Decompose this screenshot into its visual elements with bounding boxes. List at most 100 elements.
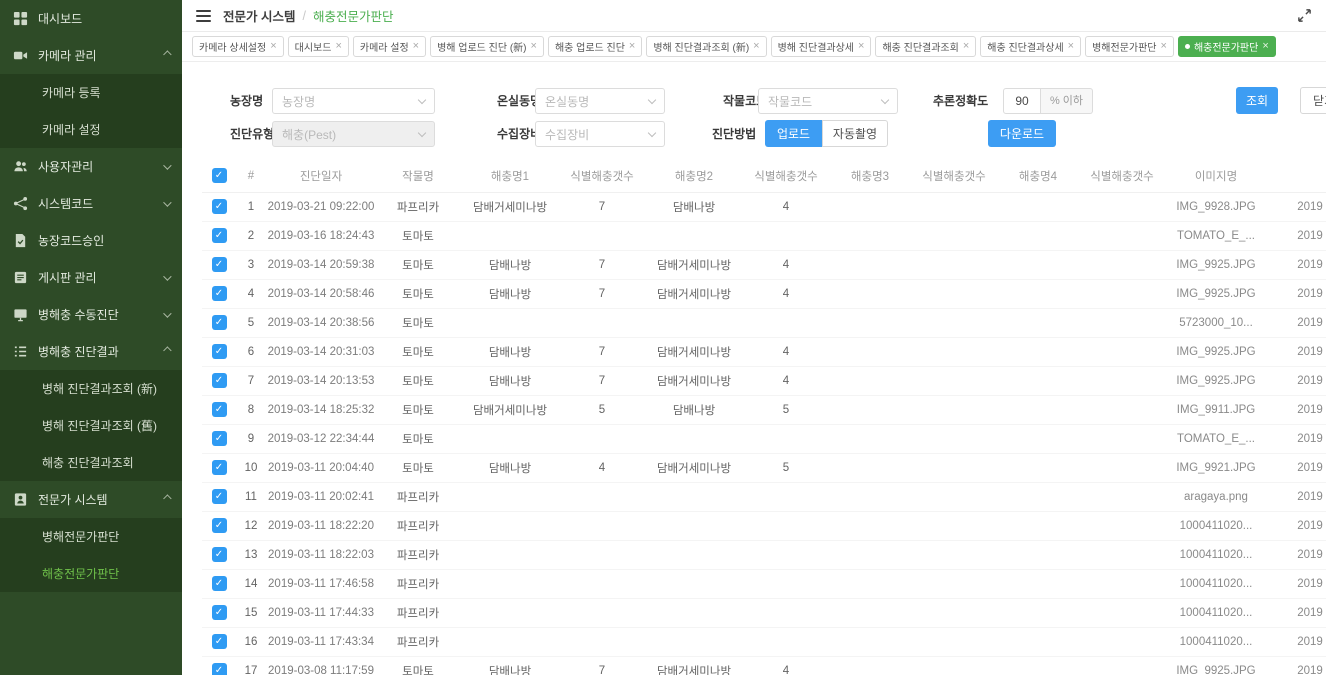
tab-close-icon[interactable]: × — [629, 41, 635, 52]
tab-active[interactable]: 해충전문가판단× — [1178, 36, 1276, 57]
sidebar-subitem[interactable]: 해충 진단결과조회 — [0, 444, 182, 481]
column-header: 식별해충갯수 — [560, 160, 644, 192]
select-all-checkbox[interactable]: ✓ — [212, 168, 227, 183]
table-row: ✓22019-03-16 18:24:43토마토TOMATO_E_...2019 — [202, 221, 1326, 250]
tab-item[interactable]: 병해 진단결과상세× — [771, 36, 872, 57]
sidebar-item-approval[interactable]: 농장코드승인 — [0, 222, 182, 259]
sidebar-item-label: 병해충 진단결과 — [38, 343, 163, 360]
cell: 파프리카 — [376, 569, 460, 598]
greenhouse-select[interactable]: 온실동명 — [535, 88, 665, 114]
row-checkbox[interactable]: ✓ — [212, 634, 227, 649]
row-checkbox[interactable]: ✓ — [212, 460, 227, 475]
farm-name-select[interactable]: 농장명 — [272, 88, 435, 114]
sidebar-item-camera[interactable]: 카메라 관리 — [0, 37, 182, 74]
cell — [644, 598, 744, 627]
close-button[interactable]: 닫기 — [1300, 87, 1326, 114]
diagnosis-method-toggle: 업로드 자동촬영 — [765, 120, 888, 147]
fullscreen-icon[interactable] — [1297, 8, 1312, 23]
sidebar-subitem[interactable]: 병해전문가판단 — [0, 518, 182, 555]
row-checkbox[interactable]: ✓ — [212, 489, 227, 504]
cell: 2019 — [1268, 221, 1326, 250]
accuracy-input[interactable] — [1003, 88, 1041, 114]
row-checkbox[interactable]: ✓ — [212, 605, 227, 620]
cell — [1080, 366, 1164, 395]
cell: 13 — [236, 540, 266, 569]
sidebar-subitem[interactable]: 카메라 설정 — [0, 111, 182, 148]
tab-close-icon[interactable]: × — [753, 41, 759, 52]
search-button[interactable]: 조회 — [1236, 87, 1278, 114]
tab-close-icon[interactable]: × — [963, 41, 969, 52]
cell — [560, 308, 644, 337]
tab-close-icon[interactable]: × — [335, 41, 341, 52]
row-checkbox[interactable]: ✓ — [212, 402, 227, 417]
cell — [644, 511, 744, 540]
row-checkbox[interactable]: ✓ — [212, 228, 227, 243]
cell — [912, 453, 996, 482]
sidebar-item-board[interactable]: 게시판 관리 — [0, 259, 182, 296]
tab-close-icon[interactable]: × — [1068, 41, 1074, 52]
cell: 담배거세미나방 — [644, 337, 744, 366]
row-checkbox[interactable]: ✓ — [212, 431, 227, 446]
tab-close-icon[interactable]: × — [531, 41, 537, 52]
column-header: 해충명1 — [460, 160, 560, 192]
tab-item[interactable]: 대시보드× — [288, 36, 349, 57]
tab-item[interactable]: 병해 진단결과조회 (新)× — [646, 36, 766, 57]
sidebar-item-dashboard[interactable]: 대시보드 — [0, 0, 182, 37]
upload-method-button[interactable]: 업로드 — [765, 120, 822, 147]
tab-item[interactable]: 해충 업로드 진단× — [548, 36, 642, 57]
crop-code-select[interactable]: 작물코드 — [758, 88, 898, 114]
row-checkbox[interactable]: ✓ — [212, 199, 227, 214]
cell: 2019 — [1268, 511, 1326, 540]
cell — [460, 482, 560, 511]
equipment-select[interactable]: 수집장비 — [535, 121, 665, 147]
cell — [996, 511, 1080, 540]
row-checkbox[interactable]: ✓ — [212, 663, 227, 675]
row-checkbox[interactable]: ✓ — [212, 286, 227, 301]
diagnosis-type-select[interactable]: 해충(Pest) — [272, 121, 435, 147]
tab-item[interactable]: 카메라 상세설정× — [192, 36, 284, 57]
accuracy-suffix: % 이하 — [1041, 88, 1093, 114]
tab-item[interactable]: 카메라 설정× — [353, 36, 426, 57]
sidebar-item-users[interactable]: 사용자관리 — [0, 148, 182, 185]
tab-close-icon[interactable]: × — [413, 41, 419, 52]
tab-item[interactable]: 해충 진단결과조회× — [875, 36, 976, 57]
tab-close-icon[interactable]: × — [858, 41, 864, 52]
cell — [1080, 279, 1164, 308]
cell — [460, 598, 560, 627]
row-checkbox[interactable]: ✓ — [212, 518, 227, 533]
cell — [996, 221, 1080, 250]
cell: 8 — [236, 395, 266, 424]
row-checkbox[interactable]: ✓ — [212, 344, 227, 359]
sidebar-item-manual-diagnosis[interactable]: 병해충 수동진단 — [0, 296, 182, 333]
sidebar-subitem[interactable]: 병해 진단결과조회 (新) — [0, 370, 182, 407]
cell: 담배나방 — [460, 656, 560, 675]
sidebar-item-diagnosis-result[interactable]: 병해충 진단결과 — [0, 333, 182, 370]
header-checkbox-cell: ✓ — [202, 160, 236, 192]
tab-close-icon[interactable]: × — [1262, 41, 1268, 52]
row-checkbox[interactable]: ✓ — [212, 576, 227, 591]
sidebar-subitem[interactable]: 카메라 등록 — [0, 74, 182, 111]
row-checkbox[interactable]: ✓ — [212, 373, 227, 388]
cell: 토마토 — [376, 279, 460, 308]
cell: IMG_9928.JPG — [1164, 192, 1268, 221]
row-checkbox-cell: ✓ — [202, 221, 236, 250]
tab-item[interactable]: 해충 진단결과상세× — [980, 36, 1081, 57]
cell: 담배거세미나방 — [644, 366, 744, 395]
sidebar-subitem[interactable]: 병해 진단결과조회 (舊) — [0, 407, 182, 444]
row-checkbox[interactable]: ✓ — [212, 315, 227, 330]
sidebar-item-expert-system[interactable]: 전문가 시스템 — [0, 481, 182, 518]
tab-close-icon[interactable]: × — [1161, 41, 1167, 52]
tab-item[interactable]: 병해전문가판단× — [1085, 36, 1174, 57]
sidebar-item-system-code[interactable]: 시스템코드 — [0, 185, 182, 222]
cell — [912, 308, 996, 337]
sidebar-subitem[interactable]: 해충전문가판단 — [0, 555, 182, 592]
tab-item[interactable]: 병해 업로드 진단 (新)× — [430, 36, 544, 57]
row-checkbox[interactable]: ✓ — [212, 257, 227, 272]
auto-capture-method-button[interactable]: 자동촬영 — [822, 120, 888, 147]
menu-toggle-icon[interactable] — [196, 8, 211, 24]
tab-close-icon[interactable]: × — [270, 41, 276, 52]
download-button[interactable]: 다운로드 — [988, 120, 1056, 147]
row-checkbox[interactable]: ✓ — [212, 547, 227, 562]
table-row: ✓92019-03-12 22:34:44토마토TOMATO_E_...2019 — [202, 424, 1326, 453]
cell — [644, 627, 744, 656]
